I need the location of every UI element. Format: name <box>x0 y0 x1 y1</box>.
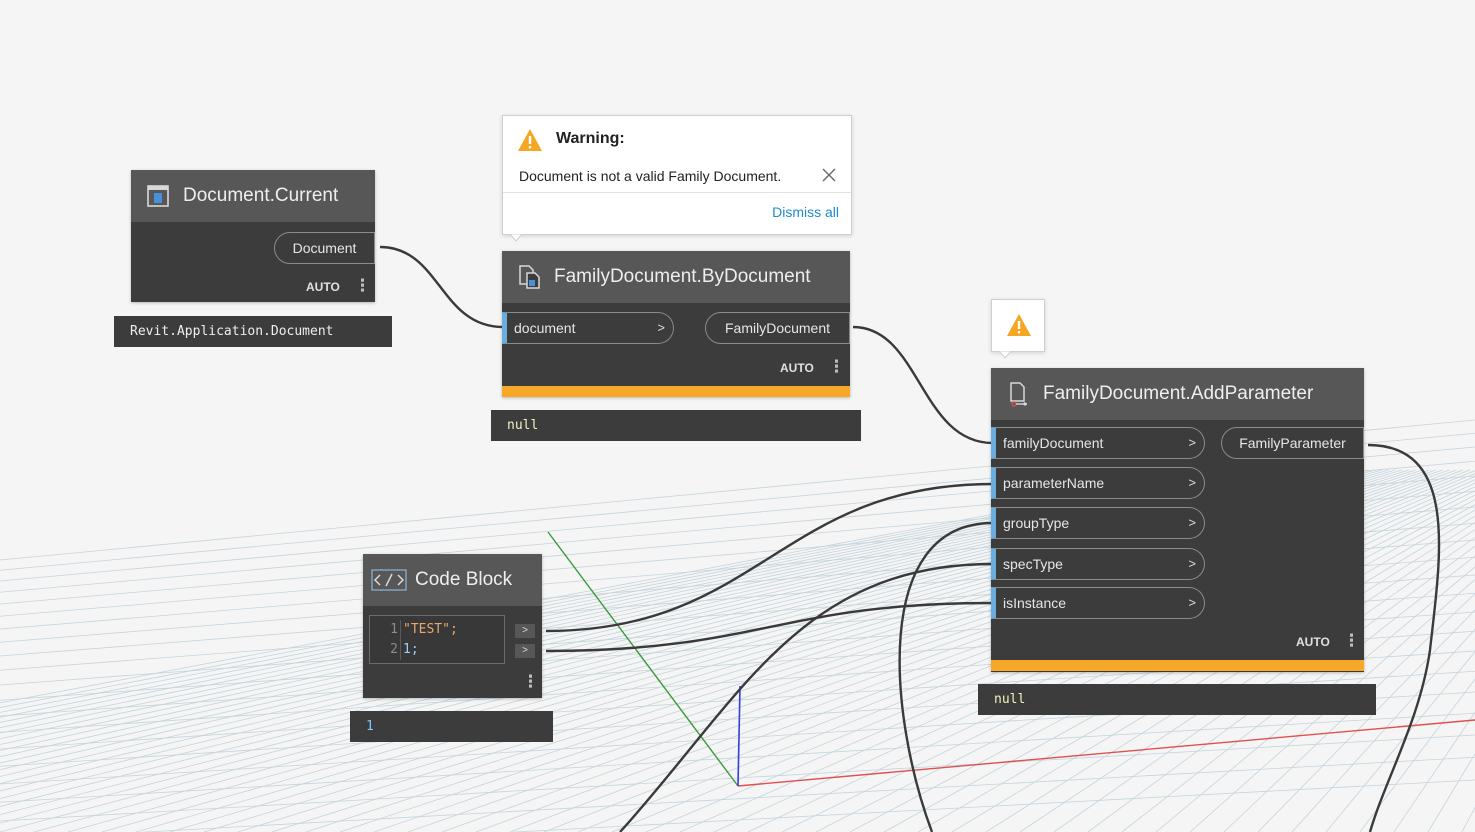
output-port-familydocument[interactable]: FamilyDocument <box>705 312 850 344</box>
code-line: 1 "TEST"; <box>370 620 458 640</box>
input-port-label: groupType <box>1003 515 1070 531</box>
input-port-document[interactable]: document > <box>502 312 674 344</box>
lacing-label[interactable]: AUTO <box>306 280 340 294</box>
line-number: 1 <box>390 622 398 637</box>
node-title: FamilyDocument.ByDocument <box>554 266 811 287</box>
preview-document-current[interactable]: Revit.Application.Document <box>114 316 392 347</box>
document-current-icon <box>147 185 169 207</box>
input-port-label: isInstance <box>1003 595 1067 611</box>
input-port-label: familyDocument <box>1003 435 1104 451</box>
preview-code-block[interactable]: 1 <box>350 711 553 742</box>
node-header[interactable]: FamilyDocument.ByDocument <box>502 251 850 303</box>
warning-message: Document is not a valid Family Document. <box>519 168 782 184</box>
family-document-icon <box>519 265 540 289</box>
input-port-label: specType <box>1003 556 1063 572</box>
code-text: "TEST"; <box>400 620 458 640</box>
node-header[interactable]: Document.Current <box>131 170 375 222</box>
family-add-parameter-icon <box>1010 382 1027 407</box>
warning-state-bar <box>991 660 1364 671</box>
node-title: Code Block <box>415 569 513 590</box>
node-header[interactable]: Code Block <box>363 554 542 606</box>
lacing-label[interactable]: AUTO <box>780 361 814 375</box>
input-port-parametername[interactable]: parameterName > <box>991 467 1205 499</box>
output-port-document[interactable]: Document <box>274 232 375 264</box>
code-text: 1; <box>400 640 419 660</box>
node-family-document-by-document[interactable]: FamilyDocument.ByDocument document > Fam… <box>502 251 850 397</box>
node-title: Document.Current <box>183 185 339 206</box>
warning-popup: Warning: Document is not a valid Family … <box>502 115 852 242</box>
chevron-right-icon: > <box>1188 515 1196 530</box>
close-icon[interactable] <box>821 167 837 183</box>
node-menu-icon[interactable]: ⋮ <box>828 358 845 375</box>
input-port-isinstance[interactable]: isInstance > <box>991 587 1205 619</box>
chevron-right-icon: > <box>1188 435 1196 450</box>
node-document-current[interactable]: Document.Current Document AUTO ⋮ <box>131 170 375 302</box>
axis-x-line <box>737 719 1475 787</box>
node-menu-icon[interactable]: ⋮ <box>1343 632 1360 649</box>
input-port-familydocument[interactable]: familyDocument > <box>991 427 1205 459</box>
input-port-spectype[interactable]: specType > <box>991 548 1205 580</box>
warning-triangle-icon <box>1007 314 1031 336</box>
chevron-right-icon: > <box>1188 556 1196 571</box>
code-line: 2 1; <box>370 640 419 660</box>
preview-family-document-by-document[interactable]: null <box>491 410 861 441</box>
node-header[interactable]: FamilyDocument.AddParameter <box>991 368 1364 420</box>
warning-badge[interactable] <box>991 299 1045 359</box>
input-port-label: parameterName <box>1003 475 1105 491</box>
code-output-port-1[interactable]: > <box>515 624 535 638</box>
warning-triangle-icon <box>518 129 542 151</box>
line-number: 2 <box>390 642 398 657</box>
code-editor[interactable]: 1 "TEST"; 2 1; <box>369 615 505 664</box>
chevron-right-icon: > <box>1188 595 1196 610</box>
warning-divider <box>503 192 851 193</box>
axis-z-line <box>737 685 741 787</box>
output-port-familyparameter[interactable]: FamilyParameter <box>1221 427 1364 459</box>
node-menu-icon[interactable]: ⋮ <box>354 277 371 294</box>
chevron-right-icon: > <box>1188 475 1196 490</box>
dismiss-all-link[interactable]: Dismiss all <box>772 204 839 220</box>
warning-state-bar <box>502 386 850 397</box>
chevron-right-icon: > <box>657 320 665 335</box>
badge-pointer-icon <box>999 351 1011 359</box>
node-menu-icon[interactable]: ⋮ <box>522 673 539 690</box>
code-block-icon <box>371 569 407 591</box>
node-family-document-add-parameter[interactable]: FamilyDocument.AddParameter familyDocume… <box>991 368 1364 672</box>
input-port-grouptype[interactable]: groupType > <box>991 507 1205 539</box>
lacing-label[interactable]: AUTO <box>1296 635 1330 649</box>
code-output-port-2[interactable]: > <box>515 644 535 658</box>
preview-family-document-add-parameter[interactable]: null <box>978 684 1376 715</box>
warning-title: Warning: <box>556 130 625 147</box>
node-title: FamilyDocument.AddParameter <box>1043 383 1314 404</box>
input-port-label: document <box>514 320 576 336</box>
node-code-block[interactable]: Code Block 1 "TEST"; 2 1; > > ⋮ <box>363 554 542 698</box>
popup-pointer-icon <box>510 234 522 242</box>
